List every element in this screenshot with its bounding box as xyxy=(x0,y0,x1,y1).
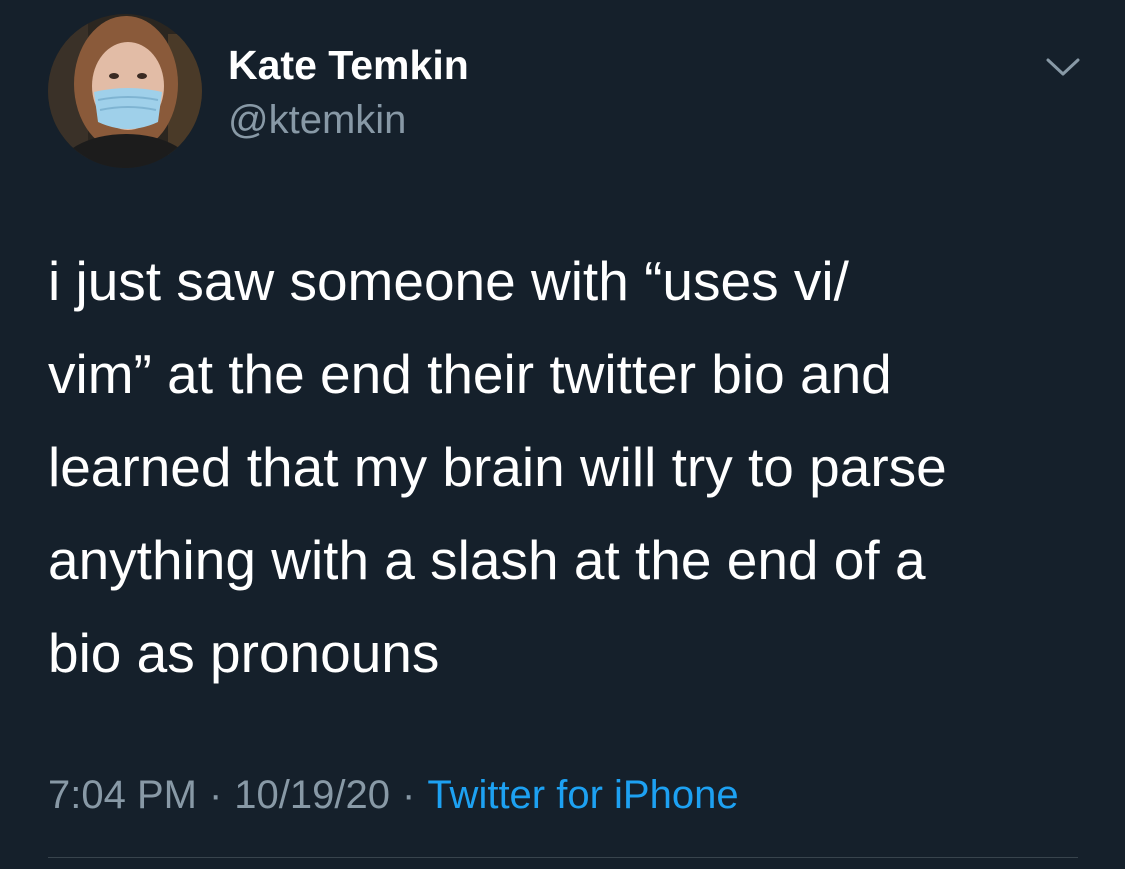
meta-separator: · xyxy=(208,773,223,817)
tweet-date: 10/19/20 xyxy=(234,773,390,817)
divider xyxy=(48,857,1078,858)
avatar-image xyxy=(48,14,202,168)
author-handle[interactable]: @ktemkin xyxy=(228,96,406,144)
tweet-text: i just saw someone with “uses vi/ vim” a… xyxy=(48,250,947,684)
meta-separator: · xyxy=(402,773,416,817)
chevron-down-icon xyxy=(1046,58,1080,76)
tweet-source-link[interactable]: Twitter for iPhone xyxy=(427,773,738,817)
tweet-meta: 7:04 PM · 10/19/20 · Twitter for iPhone xyxy=(48,770,739,820)
author-name[interactable]: Kate Temkin xyxy=(228,40,469,90)
tweet-time: 7:04 PM xyxy=(48,773,197,817)
avatar[interactable] xyxy=(48,14,202,168)
more-options-button[interactable] xyxy=(1040,50,1086,84)
